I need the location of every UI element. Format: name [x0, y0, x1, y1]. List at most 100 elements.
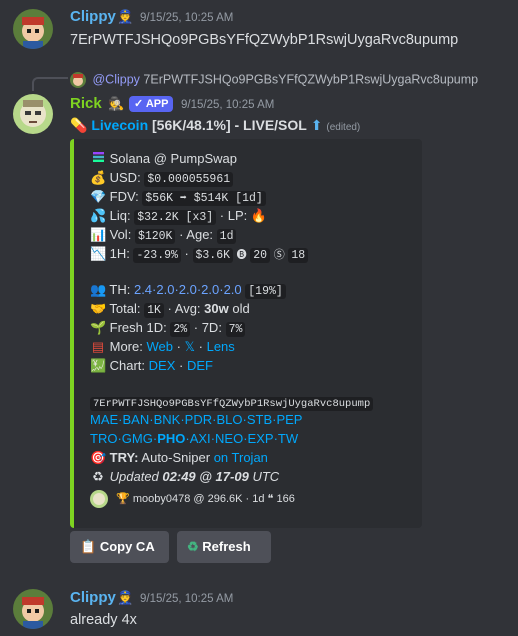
chart-line: 💹 Chart: DEX · DEF [90, 358, 213, 373]
th-values[interactable]: 2.4·2.0·2.0·2.0·2.0 [134, 282, 242, 297]
link-blo[interactable]: BLO [216, 412, 242, 427]
gem-icon: 💎 [90, 189, 107, 204]
fire-icon: 🔥 [250, 208, 268, 223]
try-line: 🎯 TRY: Auto-Sniper on Trojan [90, 450, 268, 466]
total-value: 1K [144, 303, 164, 318]
link-pho[interactable]: PHO [157, 431, 185, 446]
fdv-to: $514K [193, 192, 229, 205]
token-embed: Solana @ PumpSwap 💰 USD: $0.000055961 💎 … [70, 139, 422, 528]
fdv-period: [1d] [235, 192, 263, 205]
detective-icon: 🕵 [108, 96, 125, 111]
liq-label: Liq: [109, 208, 131, 223]
fdv-from: $56K [145, 192, 173, 205]
author-name[interactable]: Clippy [70, 8, 116, 25]
yen-chart-icon: 💹 [90, 358, 107, 373]
liq-line: 💦 Liq: $32.2K [x3] · LP: 🔥 [90, 208, 268, 225]
fresh-label: Fresh 1D: [109, 320, 167, 335]
fdv-values: $56K ➡ $514K [1d] [142, 191, 266, 206]
updated-timezone: UTC [252, 469, 280, 484]
h1-buys: 20 [250, 248, 271, 263]
chain-text: Solana @ PumpSwap [109, 151, 238, 166]
clippy-avatar[interactable] [13, 589, 53, 629]
fdv-label: FDV: [109, 189, 139, 204]
age-label: · Age: [179, 227, 214, 242]
message-text: 7ErPWTFJSHQo9PGBsYFfQZWybP1RswjUygaRvc8u… [70, 32, 459, 48]
refresh-label: Refresh [202, 539, 251, 554]
droplets-icon: 💦 [90, 208, 107, 223]
updated-line: ♻ Updated 02:49 @ 17-09 UTC [90, 469, 279, 485]
avg-label: · Avg: [167, 301, 201, 316]
message-title: 💊 Livecoin [56K/48.1%] - LIVE/SOL ⬆ (edi… [70, 117, 360, 134]
link-axi[interactable]: AXI [190, 431, 211, 446]
def-link[interactable]: DEF [187, 358, 213, 373]
up-arrow-icon: ⬆ [310, 117, 323, 133]
target-icon: 🎯 [90, 450, 107, 465]
updated-label: Updated [109, 469, 159, 484]
more-label: More: [109, 339, 143, 354]
chain-line: Solana @ PumpSwap [90, 151, 237, 166]
lens-link[interactable]: Lens [207, 339, 235, 354]
timestamp: 9/15/25, 10:25 AM [181, 99, 275, 111]
contract-address[interactable]: 7ErPWTFJSHQo9PGBsYFfQZWybP1RswjUygaRvc8u… [90, 397, 374, 411]
link-stb[interactable]: STB [247, 412, 272, 427]
edited-label: (edited) [326, 122, 361, 133]
avg-value: 30w [204, 301, 229, 316]
reply-text: 7ErPWTFJSHQo9PGBsYFfQZWybP1RswjUygaRvc8u… [143, 72, 479, 87]
x-link[interactable]: 𝕏 [185, 339, 195, 354]
flag-icon: ▤ [91, 339, 105, 354]
refresh-button[interactable]: ♻ Refresh [177, 531, 271, 563]
link-ban[interactable]: BAN [123, 412, 150, 427]
trojan-link[interactable]: on Trojan [214, 450, 268, 465]
liq-values: $32.2K [x3] [134, 210, 217, 225]
fresh-1d: 2% [170, 322, 191, 337]
police-officer-icon: 👮 [117, 590, 134, 605]
bar-chart-icon: 📊 [90, 227, 107, 242]
link-gmg[interactable]: GMG [122, 431, 153, 446]
reply-author[interactable]: @Clippy [92, 72, 139, 86]
chart-label: Chart: [109, 358, 146, 373]
link-exp[interactable]: EXP [248, 431, 274, 446]
seedling-icon: 🌱 [90, 320, 107, 335]
police-officer-icon: 👮 [117, 9, 134, 24]
h1-change: -23.9% [133, 248, 181, 263]
copy-ca-button[interactable]: 📋 Copy CA [70, 531, 169, 563]
vol-label: Vol: [109, 227, 132, 242]
reply-connector [32, 77, 68, 91]
quote-icon: ❝ [267, 492, 274, 505]
total-line: 🤝 Total: 1K · Avg: 30w old [90, 301, 250, 318]
message-text: already 4x [70, 612, 137, 628]
right-arrow-icon: ➡ [179, 192, 187, 205]
embed-footer: 🏆 mooby0478 @ 296.6K · 1d ❝ 166 [90, 490, 295, 508]
vol-line: 📊 Vol: $120K · Age: 1d [90, 227, 237, 244]
clippy-avatar[interactable] [13, 9, 53, 49]
chart-down-icon: 📉 [90, 246, 107, 261]
link-tro[interactable]: TRO [90, 431, 117, 446]
timestamp: 9/15/25, 10:25 AM [140, 12, 234, 24]
buy-icon: 🅑 [236, 250, 247, 261]
top-holders-line: 👥 TH: 2.4·2.0·2.0·2.0·2.0 [19%] [90, 282, 286, 299]
coin-link[interactable]: Livecoin [91, 117, 148, 133]
link-neo[interactable]: NEO [215, 431, 243, 446]
reply-preview[interactable]: @Clippy 7ErPWTFJSHQo9PGBsYFfQZWybP1RswjU… [70, 72, 478, 88]
more-line: ▤ More: Web · 𝕏 · Lens [91, 339, 235, 354]
link-pep[interactable]: PEP [276, 412, 302, 427]
link-mae[interactable]: MAE [90, 412, 118, 427]
link-tw[interactable]: TW [278, 431, 298, 446]
rick-avatar[interactable] [13, 94, 53, 134]
recycle-icon: ♻ [187, 539, 199, 554]
users-icon: 👥 [90, 282, 107, 297]
app-badge: ✓ APP [129, 96, 174, 112]
author-name[interactable]: Clippy [70, 589, 116, 606]
lp-label: · LP: [219, 208, 248, 223]
hour-line: 📉 1H: -23.9% · $3.6K 🅑 20 Ⓢ 18 [90, 246, 309, 263]
dex-link[interactable]: DEX [149, 358, 176, 373]
author-name[interactable]: Rick [70, 95, 102, 112]
timestamp: 9/15/25, 10:25 AM [140, 593, 234, 605]
web-link[interactable]: Web [146, 339, 173, 354]
try-text: Auto-Sniper [141, 450, 211, 465]
updated-time: 02:49 @ 17-09 [162, 469, 249, 484]
money-bag-icon: 💰 [90, 170, 107, 185]
recycle-icon: ♻ [92, 469, 104, 484]
link-pdr[interactable]: PDR [185, 412, 212, 427]
link-bnk[interactable]: BNK [154, 412, 181, 427]
